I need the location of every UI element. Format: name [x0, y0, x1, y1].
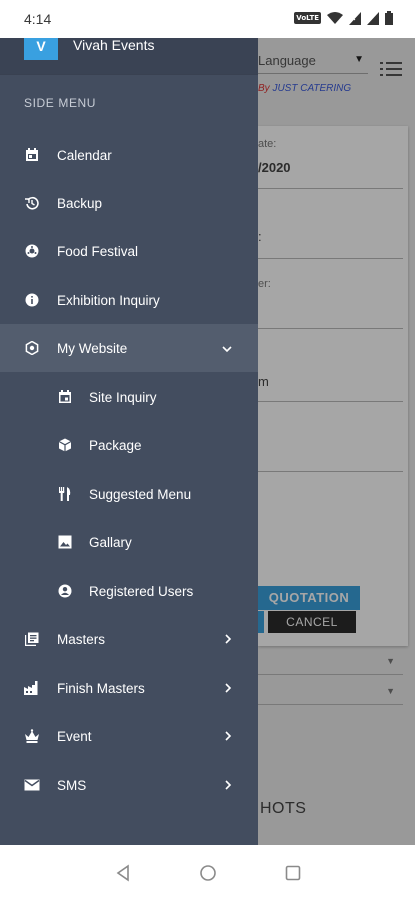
- recents-icon[interactable]: [283, 863, 303, 883]
- home-icon[interactable]: [198, 863, 218, 883]
- menu-item-registered-users[interactable]: Registered Users: [0, 567, 258, 615]
- back-icon[interactable]: [114, 863, 134, 883]
- chevron-right-icon: [224, 681, 232, 696]
- chevron-right-icon: [224, 632, 232, 647]
- app-name: Vivah Events: [73, 37, 155, 53]
- cube-icon: [57, 437, 73, 453]
- hexagon-gear-icon: [24, 340, 40, 356]
- mail-icon: [24, 777, 40, 793]
- library-icon: [24, 631, 40, 647]
- menu-item-event[interactable]: Event: [0, 712, 258, 760]
- menu-item-masters[interactable]: Masters: [0, 615, 258, 663]
- crown-icon: [24, 728, 40, 744]
- menu-item-gallary[interactable]: Gallary: [0, 518, 258, 566]
- battery-icon: [385, 11, 393, 25]
- side-drawer: V Vivah Events SIDE MENU Calendar Backup…: [0, 38, 258, 845]
- calendar-icon: [24, 147, 40, 163]
- menu-item-package[interactable]: Package: [0, 421, 258, 469]
- drawer-scrim[interactable]: [258, 38, 415, 845]
- factory-icon: [24, 680, 40, 696]
- menu-item-suggested-menu[interactable]: Suggested Menu: [0, 470, 258, 518]
- info-icon: [24, 292, 40, 308]
- drawer-header: V Vivah Events: [0, 38, 258, 74]
- menu-item-site-inquiry[interactable]: Site Inquiry: [0, 373, 258, 421]
- menu-item-finish-masters[interactable]: Finish Masters: [0, 664, 258, 712]
- signal-icon: [349, 11, 361, 25]
- wifi-icon: [327, 11, 343, 24]
- signal-icon-2: [367, 11, 379, 25]
- restore-icon: [24, 195, 40, 211]
- menu-item-calendar[interactable]: Calendar: [0, 131, 258, 179]
- account-icon: [57, 583, 73, 599]
- food-icon: [24, 243, 40, 259]
- menu-item-backup[interactable]: Backup: [0, 179, 258, 227]
- divider: [0, 74, 258, 75]
- status-bar: 4:14 VoLTE: [0, 0, 415, 38]
- chevron-right-icon: [224, 729, 232, 744]
- image-icon: [57, 534, 73, 550]
- chevron-right-icon: [224, 778, 232, 793]
- menu-item-my-website[interactable]: My Website: [0, 324, 258, 372]
- status-time: 4:14: [24, 11, 52, 27]
- menu-item-exhibition-inquiry[interactable]: Exhibition Inquiry: [0, 276, 258, 324]
- event-icon: [57, 389, 73, 405]
- status-icons: VoLTE: [294, 11, 393, 25]
- volte-icon: VoLTE: [294, 12, 321, 24]
- chevron-down-icon: [222, 341, 232, 356]
- navigation-bar: [0, 845, 415, 900]
- menu-item-food-festival[interactable]: Food Festival: [0, 227, 258, 275]
- app-logo: V: [24, 38, 58, 60]
- menu-item-sms[interactable]: SMS: [0, 761, 258, 809]
- restaurant-icon: [57, 486, 73, 502]
- side-menu-title: SIDE MENU: [24, 96, 97, 110]
